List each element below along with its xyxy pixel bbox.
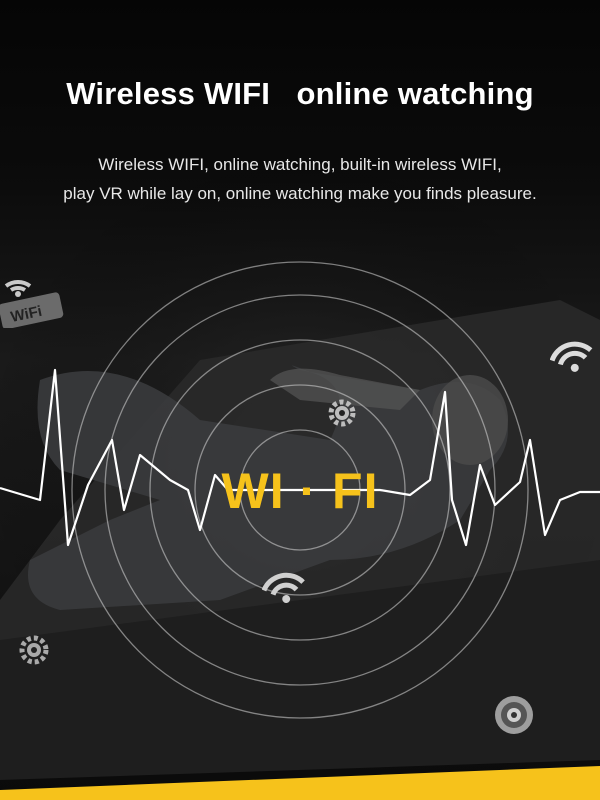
description-line: play VR while lay on, online watching ma…	[63, 184, 537, 203]
background-scene	[0, 0, 600, 800]
page-title: Wireless WIFI online watching	[66, 76, 534, 111]
wifi-badge: WiFi	[0, 280, 64, 328]
speaker-icon	[495, 696, 533, 734]
gear-icon	[19, 635, 49, 665]
product-banner: WiFi Wireless WIFI online watching Wirel…	[0, 0, 600, 800]
gear-icon	[328, 399, 356, 427]
wifi-center-label: WI · FI	[221, 463, 379, 519]
description: Wireless WIFI, online watching, built-in…	[0, 150, 600, 208]
wifi-icon	[4, 280, 32, 297]
wifi-icon	[550, 341, 593, 372]
description-line: Wireless WIFI, online watching, built-in…	[98, 155, 502, 174]
wifi-icon	[262, 572, 305, 603]
